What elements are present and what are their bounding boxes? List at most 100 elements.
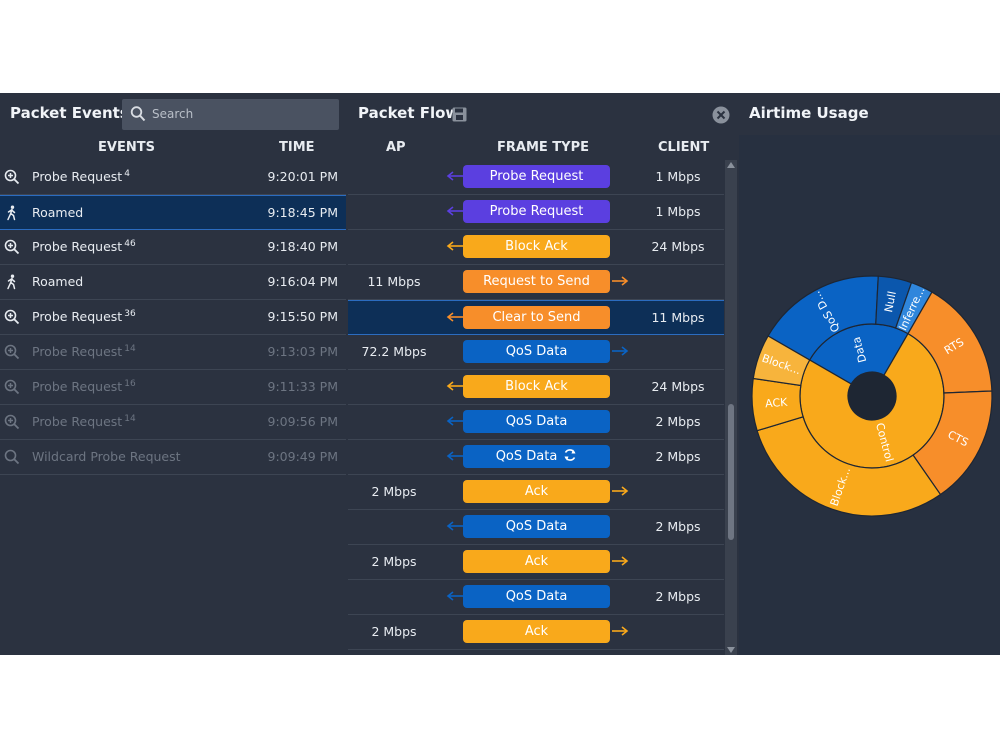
events-column-header: EVENTS TIME (0, 135, 346, 160)
zoom-in-icon (4, 379, 20, 395)
frame-type-pill[interactable]: Probe Request (463, 200, 610, 223)
outer-label: ACK (765, 396, 789, 411)
flow-row[interactable]: 72.2 Mbps QoS Data (348, 335, 724, 370)
frame-type-column-label[interactable]: FRAME TYPE (497, 140, 589, 155)
airtime-sunburst-chart: DataControlQoS D... NullInferre...RTSCTSB… (751, 275, 993, 517)
event-name-text: Probe Request (32, 309, 123, 325)
frame-type-pill[interactable]: Ack (463, 480, 610, 503)
event-count: 16 (124, 379, 136, 389)
scroll-down-icon[interactable] (726, 646, 736, 654)
ap-rate: 2 Mbps (371, 484, 417, 499)
scroll-up-icon[interactable] (726, 161, 736, 169)
flow-row[interactable]: 11 Mbps Request to Send (348, 265, 724, 300)
client-rate: 11 Mbps (651, 310, 705, 325)
event-name-text: Roamed (32, 274, 84, 289)
arrow-right-icon (612, 486, 629, 496)
flow-row[interactable]: Probe Request 1 Mbps (348, 160, 724, 195)
event-time: 9:11:33 PM (267, 379, 338, 394)
frame-type-pill[interactable]: Probe Request (463, 165, 610, 188)
frame-type-label: Ack (524, 554, 549, 569)
flow-row[interactable]: QoS Data 2 Mbps (348, 510, 724, 545)
flow-row[interactable]: Probe Request 1 Mbps (348, 195, 724, 230)
frame-type-pill[interactable]: QoS Data (463, 340, 610, 363)
event-row[interactable]: Roamed 9:16:04 PM (0, 265, 346, 300)
flow-row[interactable]: Clear to Send 11 Mbps (348, 300, 724, 335)
frame-type-pill[interactable]: Block Ack (463, 375, 610, 398)
flow-row[interactable]: 2 Mbps Ack (348, 615, 724, 650)
airtime-header: Airtime Usage (739, 93, 1000, 135)
client-rate: 24 Mbps (651, 379, 705, 394)
walking-person-icon (4, 205, 20, 221)
scroll-thumb[interactable] (728, 404, 734, 540)
arrow-left-icon (446, 521, 463, 531)
events-column-label[interactable]: EVENTS (98, 140, 155, 155)
frame-type-pill[interactable]: QoS Data (463, 585, 610, 608)
event-name: Probe Request 14 (32, 414, 136, 429)
event-name-text: Probe Request (32, 414, 123, 430)
event-name-text: Probe Request (32, 379, 123, 395)
frame-type-label: QoS Data (505, 519, 568, 534)
flow-row[interactable]: QoS Data 2 Mbps (348, 580, 724, 615)
event-row[interactable]: Probe Request 14 9:09:56 PM (0, 405, 346, 440)
time-column-label[interactable]: TIME (279, 140, 315, 155)
frame-type-label: QoS Data (505, 589, 568, 604)
event-name: Probe Request 4 (32, 169, 130, 184)
arrow-left-icon (446, 591, 463, 601)
event-row[interactable]: Probe Request 4 9:20:01 PM (0, 160, 346, 195)
flow-row[interactable]: 2 Mbps Ack (348, 475, 724, 510)
flow-row[interactable]: 2 Mbps Ack (348, 545, 724, 580)
retry-icon (564, 449, 576, 461)
frame-type-pill[interactable]: Request to Send (463, 270, 610, 293)
frame-type-pill[interactable]: Ack (463, 550, 610, 573)
flow-row[interactable]: QoS Data 2 Mbps (348, 405, 724, 440)
arrow-left-icon (446, 312, 463, 322)
frame-type-label: QoS Data (505, 414, 568, 429)
flow-row[interactable]: Block Ack 24 Mbps (348, 230, 724, 265)
close-icon[interactable] (712, 106, 730, 124)
event-row[interactable]: Probe Request 16 9:11:33 PM (0, 370, 346, 405)
event-name-text: Probe Request (32, 239, 123, 255)
client-rate: 2 Mbps (655, 449, 701, 464)
client-column-label[interactable]: CLIENT (658, 140, 709, 155)
flow-row[interactable]: Block Ack 24 Mbps (348, 370, 724, 405)
arrow-right-icon (612, 346, 629, 356)
frame-type-pill[interactable]: Ack (463, 620, 610, 643)
event-row[interactable]: Probe Request 36 9:15:50 PM (0, 300, 346, 335)
event-time: 9:18:40 PM (267, 239, 338, 254)
frame-type-pill[interactable]: QoS Data (463, 445, 610, 468)
zoom-in-icon (4, 344, 20, 360)
frame-type-label: QoS Data (505, 344, 568, 359)
event-name-text: Probe Request (32, 169, 123, 185)
event-count: 4 (124, 169, 130, 179)
event-time: 9:09:56 PM (267, 414, 338, 429)
packet-events-header: Packet Events (0, 93, 346, 135)
packet-events-panel: Packet Events EVENTS TIME Probe Request4… (0, 93, 346, 655)
frame-type-label: Ack (524, 484, 549, 499)
frame-type-pill[interactable]: Clear to Send (463, 306, 610, 329)
ap-column-label[interactable]: AP (386, 140, 406, 155)
frame-type-label: Probe Request (489, 169, 584, 184)
event-name: Roamed (32, 205, 83, 220)
frame-type-pill[interactable]: Block Ack (463, 235, 610, 258)
client-rate: 24 Mbps (651, 239, 705, 254)
event-row[interactable]: Probe Request 14 9:13:03 PM (0, 335, 346, 370)
flow-row[interactable]: QoS Data 2 Mbps (348, 440, 724, 475)
search-input[interactable] (152, 105, 332, 123)
frame-type-pill[interactable]: QoS Data (463, 410, 610, 433)
event-name: Wildcard Probe Request (32, 449, 181, 464)
event-row[interactable]: Roamed 9:18:45 PM (0, 195, 346, 230)
frame-type-label: Ack (524, 624, 549, 639)
flow-scrollbar[interactable] (725, 160, 737, 655)
arrow-left-icon (446, 451, 463, 461)
event-row[interactable]: Probe Request 46 9:18:40 PM (0, 230, 346, 265)
event-name: Probe Request 46 (32, 239, 136, 254)
zoom-in-icon (4, 239, 20, 255)
search-box[interactable] (122, 99, 339, 130)
ap-rate: 2 Mbps (371, 624, 417, 639)
frame-type-label: Block Ack (505, 239, 568, 254)
event-name-text: Probe Request (32, 344, 123, 360)
event-row[interactable]: Wildcard Probe Request 9:09:49 PM (0, 440, 346, 475)
save-icon[interactable] (452, 107, 467, 122)
frame-type-pill[interactable]: QoS Data (463, 515, 610, 538)
walking-person-icon (4, 274, 20, 290)
